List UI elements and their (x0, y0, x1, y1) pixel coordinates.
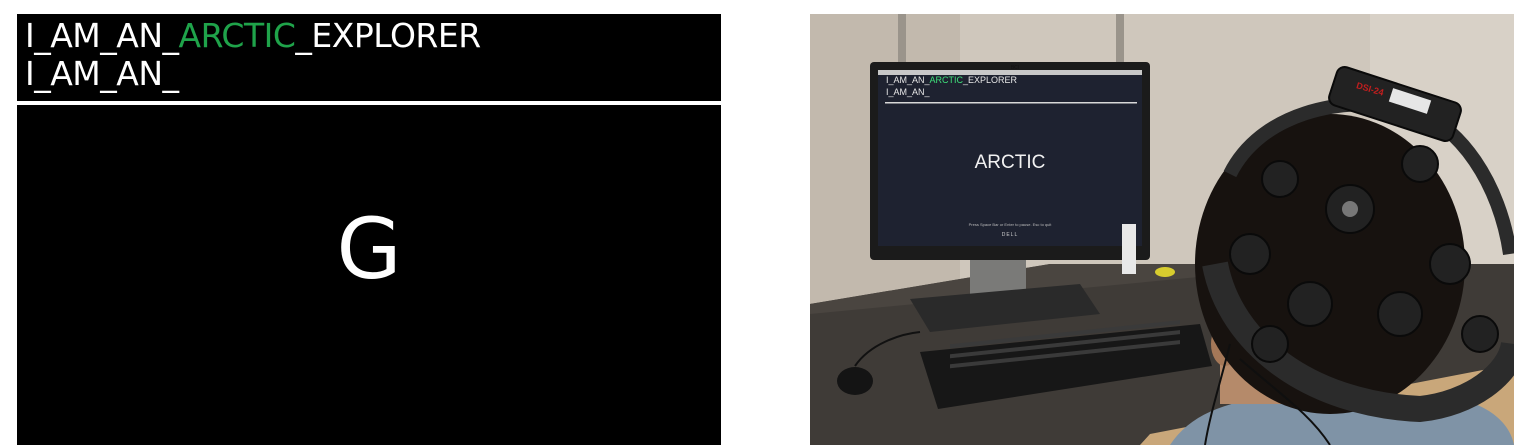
typed-text: I_AM_AN_ (25, 54, 179, 93)
stimulus-letter: G (336, 200, 402, 298)
target-current-word: ARCTIC (178, 16, 296, 55)
monitor-title-bar: BCI (1010, 65, 1020, 71)
divider-line (17, 101, 721, 105)
target-suffix: _EXPLORER (295, 16, 481, 55)
monitor-target-sentence: I_AM_AN_ARCTIC_EXPLORER (886, 75, 1017, 85)
monitor-hint-text: Press Space Bar or Enter to pause. Esc t… (968, 222, 1052, 227)
monitor-typed-text: I_AM_AN_ (886, 87, 930, 97)
target-sentence: I_AM_AN_ARCTIC_EXPLORER (25, 17, 481, 55)
speller-screen: I_AM_AN_ARCTIC_EXPLORER I_AM_AN_ G (17, 14, 721, 445)
setup-photo: BCI I_AM_AN_ARCTIC_EXPLORER I_AM_AN_ ARC… (810, 14, 1514, 445)
monitor-target-suffix: _EXPLORER (963, 75, 1018, 85)
monitor-current-word: ARCTIC (974, 152, 1046, 173)
monitor-brand-logo: DELL (1001, 232, 1019, 238)
monitor-target-prefix: I_AM_AN_ (886, 75, 930, 85)
mouse (837, 367, 873, 395)
monitor-target-highlight: ARCTIC (929, 75, 964, 85)
target-prefix: I_AM_AN_ (25, 16, 179, 55)
